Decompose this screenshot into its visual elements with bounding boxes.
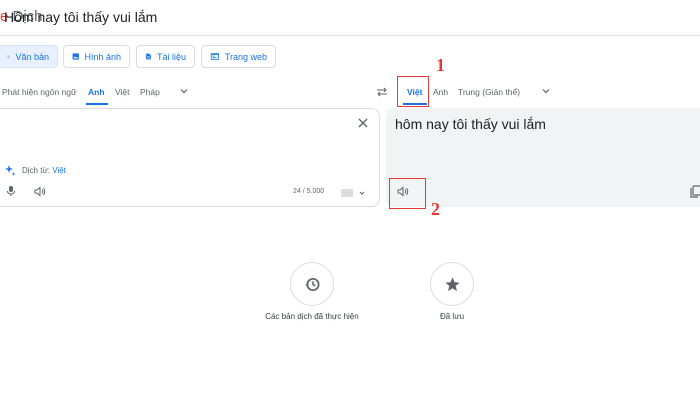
saved-label: Đã lưu: [439, 312, 465, 321]
source-textarea[interactable]: Hôm nay tôi thấy vui lắm: [4, 9, 157, 25]
copy-icon[interactable]: [690, 185, 700, 198]
close-icon[interactable]: [357, 117, 369, 129]
source-lang-vietnamese[interactable]: Việt: [115, 87, 130, 97]
history-icon: [304, 277, 319, 291]
swap-languages-icon[interactable]: [376, 86, 388, 98]
detected-language-hint[interactable]: Dịch từ: Việt: [4, 164, 66, 176]
target-lang-chinese-simplified[interactable]: Trung (Giản thể): [458, 87, 520, 97]
website-icon: [210, 53, 219, 60]
tab-images-label: Hình ảnh: [84, 51, 121, 62]
annotation-box-2: [389, 178, 426, 209]
history-shortcut[interactable]: Các bản dịch đã thực hiện: [252, 262, 372, 321]
chevron-down-icon[interactable]: [179, 86, 189, 96]
tab-documents[interactable]: Tài liệu: [136, 45, 195, 68]
chevron-down-icon[interactable]: [541, 86, 551, 96]
history-label: Các bản dịch đã thực hiện: [265, 312, 359, 321]
tab-documents-label: Tài liệu: [156, 51, 186, 62]
character-count: 24 / 5.000: [293, 188, 325, 195]
microphone-icon[interactable]: [5, 185, 17, 197]
keyboard-icon[interactable]: [341, 189, 353, 197]
tab-websites[interactable]: Trang web: [201, 45, 276, 68]
source-lang-english[interactable]: Anh: [88, 87, 105, 97]
tab-text[interactable]: 文A Văn bản: [0, 45, 58, 68]
translation-output: hôm nay tôi thấy vui lắm: [395, 116, 546, 132]
lang-detect[interactable]: Phát hiện ngôn ngữ: [2, 87, 77, 97]
saved-button[interactable]: [430, 262, 474, 306]
chevron-down-icon[interactable]: [359, 190, 365, 196]
image-icon: [72, 53, 79, 60]
detected-language: Việt: [52, 165, 66, 175]
translate-icon: 文A: [7, 54, 10, 59]
source-active-indicator: [86, 103, 108, 105]
target-lang-english[interactable]: Anh: [433, 87, 448, 97]
saved-shortcut[interactable]: Đã lưu: [392, 262, 512, 321]
tab-images[interactable]: Hình ảnh: [63, 45, 130, 68]
speaker-icon[interactable]: [33, 185, 46, 198]
annotation-box-1: [397, 76, 429, 107]
source-lang-french[interactable]: Pháp: [140, 87, 160, 97]
annotation-number-2: 2: [431, 199, 440, 219]
tab-websites-label: Trang web: [224, 51, 267, 62]
sparkle-icon: [5, 165, 16, 176]
annotation-number-1: 1: [436, 55, 445, 75]
tab-text-label: Văn bản: [15, 51, 49, 62]
detected-prefix: Dịch từ:: [22, 165, 53, 175]
document-icon: [146, 53, 151, 60]
history-button[interactable]: [290, 262, 334, 306]
star-icon: [444, 276, 460, 291]
source-language-bar: Phát hiện ngôn ngữ Anh Việt Pháp: [0, 82, 200, 105]
